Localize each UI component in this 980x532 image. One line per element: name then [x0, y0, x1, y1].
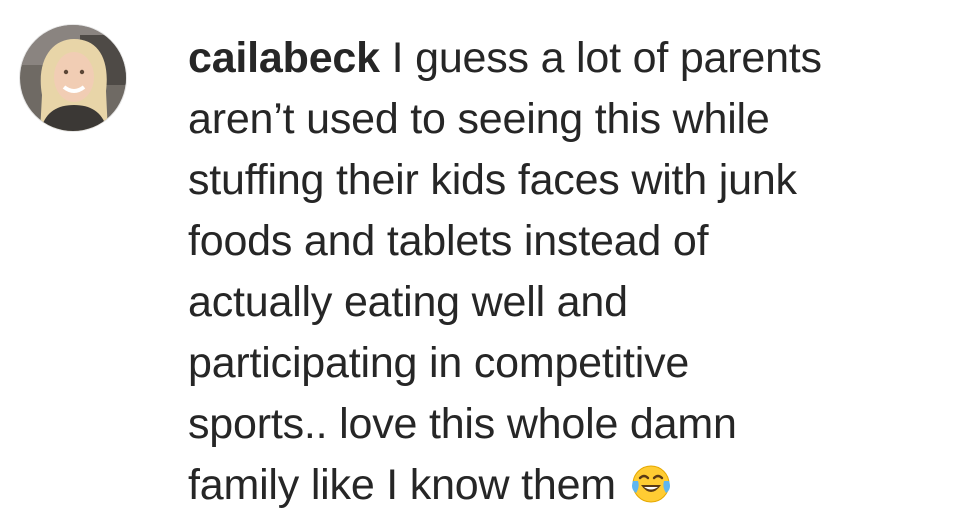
avatar[interactable] — [19, 24, 127, 132]
username-link[interactable]: cailabeck — [188, 34, 380, 82]
comment-line-6: participating in competitive — [188, 339, 690, 387]
comment: cailabeck I guess a lot of parents aren’… — [0, 0, 980, 532]
comment-text: cailabeck I guess a lot of parents aren’… — [188, 28, 958, 516]
comment-line-2: aren’t used to seeing this while — [188, 95, 770, 143]
comment-line-4: foods and tablets instead of — [188, 217, 709, 265]
comment-line-7: sports.. love this whole damn — [188, 400, 737, 448]
comment-line-1: cailabeck I guess a lot of parents — [188, 34, 822, 82]
face-with-tears-of-joy-icon — [631, 465, 670, 503]
comment-line-5: actually eating well and — [188, 278, 628, 326]
comment-line-8: family like I know them — [188, 455, 958, 516]
comment-line-3: stuffing their kids faces with junk — [188, 156, 797, 204]
avatar-photo — [20, 25, 126, 131]
